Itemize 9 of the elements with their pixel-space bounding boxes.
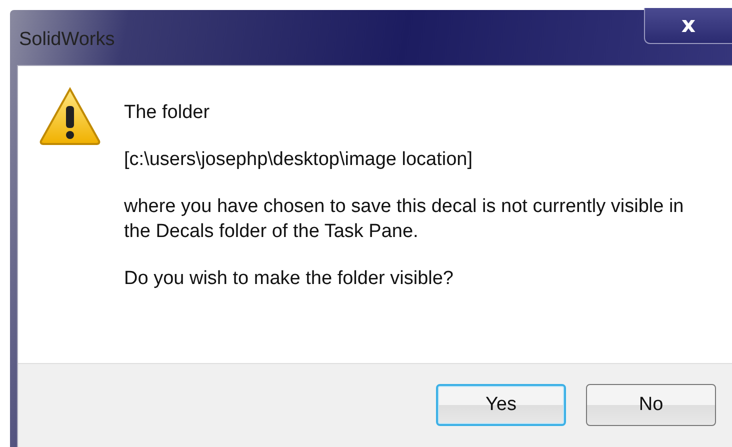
message-text: The folder [124, 101, 211, 125]
window-title: SolidWorks [19, 29, 115, 51]
message-text: Do you wish to make the folder visible? [124, 267, 454, 291]
message-text: [c:\users\josephp\desktop\image location] [124, 148, 474, 172]
close-button[interactable]: x [644, 8, 732, 44]
warning-icon [38, 86, 102, 146]
dialog-button[interactable]: No [586, 384, 716, 426]
dialog-button[interactable]: Yes [436, 384, 566, 426]
message-text: where you have chosen to save this decal is not currently visible in the Decals folder of the Task Pane. [124, 195, 684, 244]
